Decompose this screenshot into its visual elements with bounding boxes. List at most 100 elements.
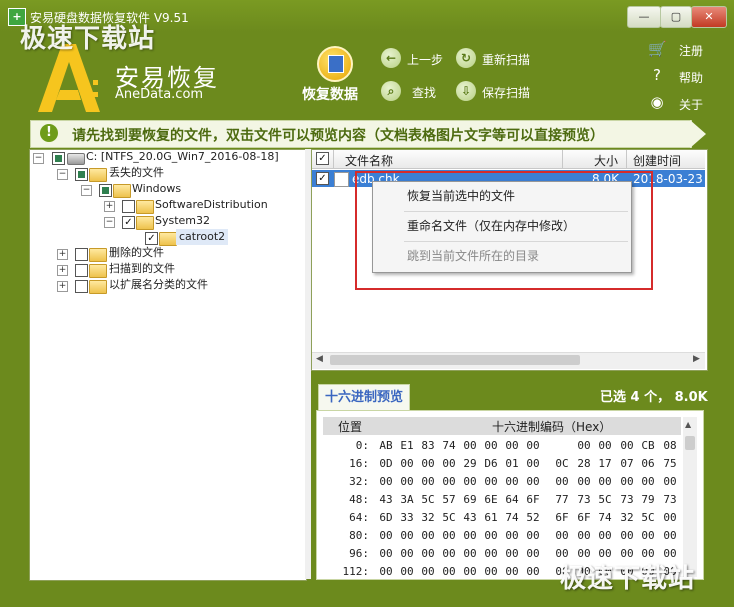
hex-byte: 00 [421, 457, 435, 470]
tree-checkbox-checked[interactable]: ✓ [145, 232, 158, 245]
expand-toggle[interactable]: + [57, 265, 68, 276]
hex-byte: 00 [442, 457, 456, 470]
banner-text: 请先找到要恢复的文件，双击文件可以预览内容（文档表格图片文字等可以直接预览） [72, 128, 604, 144]
column-name[interactable]: 文件名称 [345, 152, 393, 169]
hex-byte: 69 [463, 493, 477, 506]
register-button[interactable]: 注册 [679, 42, 703, 59]
select-all-checkbox[interactable]: ✓ [316, 152, 329, 165]
tree-checkbox[interactable] [75, 248, 88, 261]
hex-byte: 79 [641, 493, 655, 506]
find-button[interactable]: 查找 [412, 84, 436, 101]
tree-item-windows[interactable]: Windows [132, 181, 181, 197]
menu-item-rename[interactable]: 重命名文件（仅在内存中修改） [373, 212, 629, 240]
folder-icon [113, 184, 131, 198]
hex-byte: 00 [442, 475, 456, 488]
hex-byte: 00 [598, 475, 612, 488]
tree-checkbox[interactable] [122, 200, 135, 213]
hex-byte: 00 [484, 529, 498, 542]
hex-byte: 6E [484, 493, 498, 506]
hex-byte: 00 [526, 457, 540, 470]
hex-byte: 00 [400, 457, 414, 470]
recover-data-icon[interactable] [317, 46, 353, 82]
hex-byte: 43 [463, 511, 477, 524]
tree-checkbox[interactable] [99, 184, 112, 197]
tree-checkbox-checked[interactable]: ✓ [122, 216, 135, 229]
hex-byte: 00 [663, 529, 677, 542]
folder-icon [89, 280, 107, 294]
tree-item-system32[interactable]: System32 [155, 213, 210, 229]
tree-item-drive-c[interactable]: C: [NTFS_20.0G_Win7_2016-08-18] [86, 149, 279, 165]
hex-byte: 00 [598, 529, 612, 542]
collapse-toggle[interactable]: − [104, 217, 115, 228]
hex-byte: 00 [442, 547, 456, 560]
search-icon[interactable]: ⌕ [381, 81, 401, 101]
hex-byte: 00 [442, 529, 456, 542]
collapse-toggle[interactable]: − [57, 169, 68, 180]
hex-byte: 00 [379, 547, 393, 560]
tree-checkbox[interactable] [75, 168, 88, 181]
hex-byte: 00 [379, 565, 393, 578]
menu-item-goto-folder[interactable]: 跳到当前文件所在的目录 [373, 242, 629, 270]
row-checkbox[interactable]: ✓ [316, 172, 329, 185]
tree-item-lost-files[interactable]: 丢失的文件 [109, 165, 164, 181]
column-created[interactable]: 创建时间 [633, 152, 681, 169]
collapse-toggle[interactable]: − [33, 153, 44, 164]
column-size[interactable]: 大小 [594, 152, 618, 169]
cart-icon[interactable]: 🛒 [648, 40, 667, 58]
tree-checkbox[interactable] [52, 152, 65, 165]
help-button[interactable]: 帮助 [679, 69, 703, 86]
tree-item-deleted-files[interactable]: 删除的文件 [109, 245, 164, 261]
help-icon[interactable]: ? [648, 66, 666, 84]
watermark: 极速下载站 [20, 24, 156, 54]
hex-byte: 00 [555, 529, 569, 542]
scroll-up-icon[interactable]: ▲ [685, 420, 691, 429]
hex-byte: 0D [379, 457, 393, 470]
scrollbar-thumb[interactable] [685, 436, 695, 450]
minimize-button[interactable]: — [627, 6, 661, 28]
hex-byte: 00 [463, 565, 477, 578]
save-scan-button[interactable]: 保存扫描 [482, 84, 530, 101]
hex-byte: 83 [421, 439, 435, 452]
hex-byte: 00 [400, 565, 414, 578]
scrollbar-thumb[interactable] [330, 355, 580, 365]
hex-byte: 52 [526, 511, 540, 524]
collapse-toggle[interactable]: − [81, 185, 92, 196]
maximize-button[interactable]: ▢ [660, 6, 692, 28]
hex-byte: 08 [663, 439, 677, 452]
scroll-right-icon[interactable]: ▶ [693, 354, 700, 364]
hex-byte: 00 [442, 565, 456, 578]
hex-byte: 43 [379, 493, 393, 506]
tree-item-catroot2[interactable]: catroot2 [176, 229, 229, 245]
about-icon[interactable]: ◉ [648, 93, 666, 111]
hex-byte: 00 [620, 529, 634, 542]
hex-byte: 73 [663, 493, 677, 506]
hex-byte: 00 [577, 439, 591, 452]
tree-checkbox[interactable] [75, 264, 88, 277]
column-separator [562, 150, 563, 168]
back-arrow-icon[interactable]: ← [381, 48, 401, 68]
hex-byte: 00 [484, 565, 498, 578]
tab-hex-preview[interactable]: 十六进制预览 [318, 384, 410, 411]
tree-item-scanned-files[interactable]: 扫描到的文件 [109, 261, 175, 277]
tree-item-softwaredistribution[interactable]: SoftwareDistribution [155, 197, 268, 213]
rescan-button[interactable]: 重新扫描 [482, 51, 530, 68]
menu-item-recover-selected[interactable]: 恢复当前选中的文件 [373, 182, 629, 210]
prev-step-button[interactable]: 上一步 [407, 51, 443, 68]
hex-byte: 32 [421, 511, 435, 524]
expand-toggle[interactable]: + [104, 201, 115, 212]
hex-byte: 00 [463, 475, 477, 488]
hex-byte: 00 [421, 475, 435, 488]
expand-toggle[interactable]: + [57, 281, 68, 292]
recover-data-button[interactable]: 恢复数据 [302, 84, 358, 104]
tree-item-by-extension[interactable]: 以扩展名分类的文件 [109, 277, 208, 293]
hex-byte: 00 [526, 565, 540, 578]
hex-byte: 00 [505, 547, 519, 560]
save-scan-icon[interactable]: ⇩ [456, 81, 476, 101]
scroll-left-icon[interactable]: ◀ [316, 354, 323, 364]
hex-byte: 77 [555, 493, 569, 506]
close-button[interactable]: ✕ [691, 6, 727, 28]
tree-checkbox[interactable] [75, 280, 88, 293]
refresh-icon[interactable]: ↻ [456, 48, 476, 68]
expand-toggle[interactable]: + [57, 249, 68, 260]
about-button[interactable]: 关于 [679, 96, 703, 113]
